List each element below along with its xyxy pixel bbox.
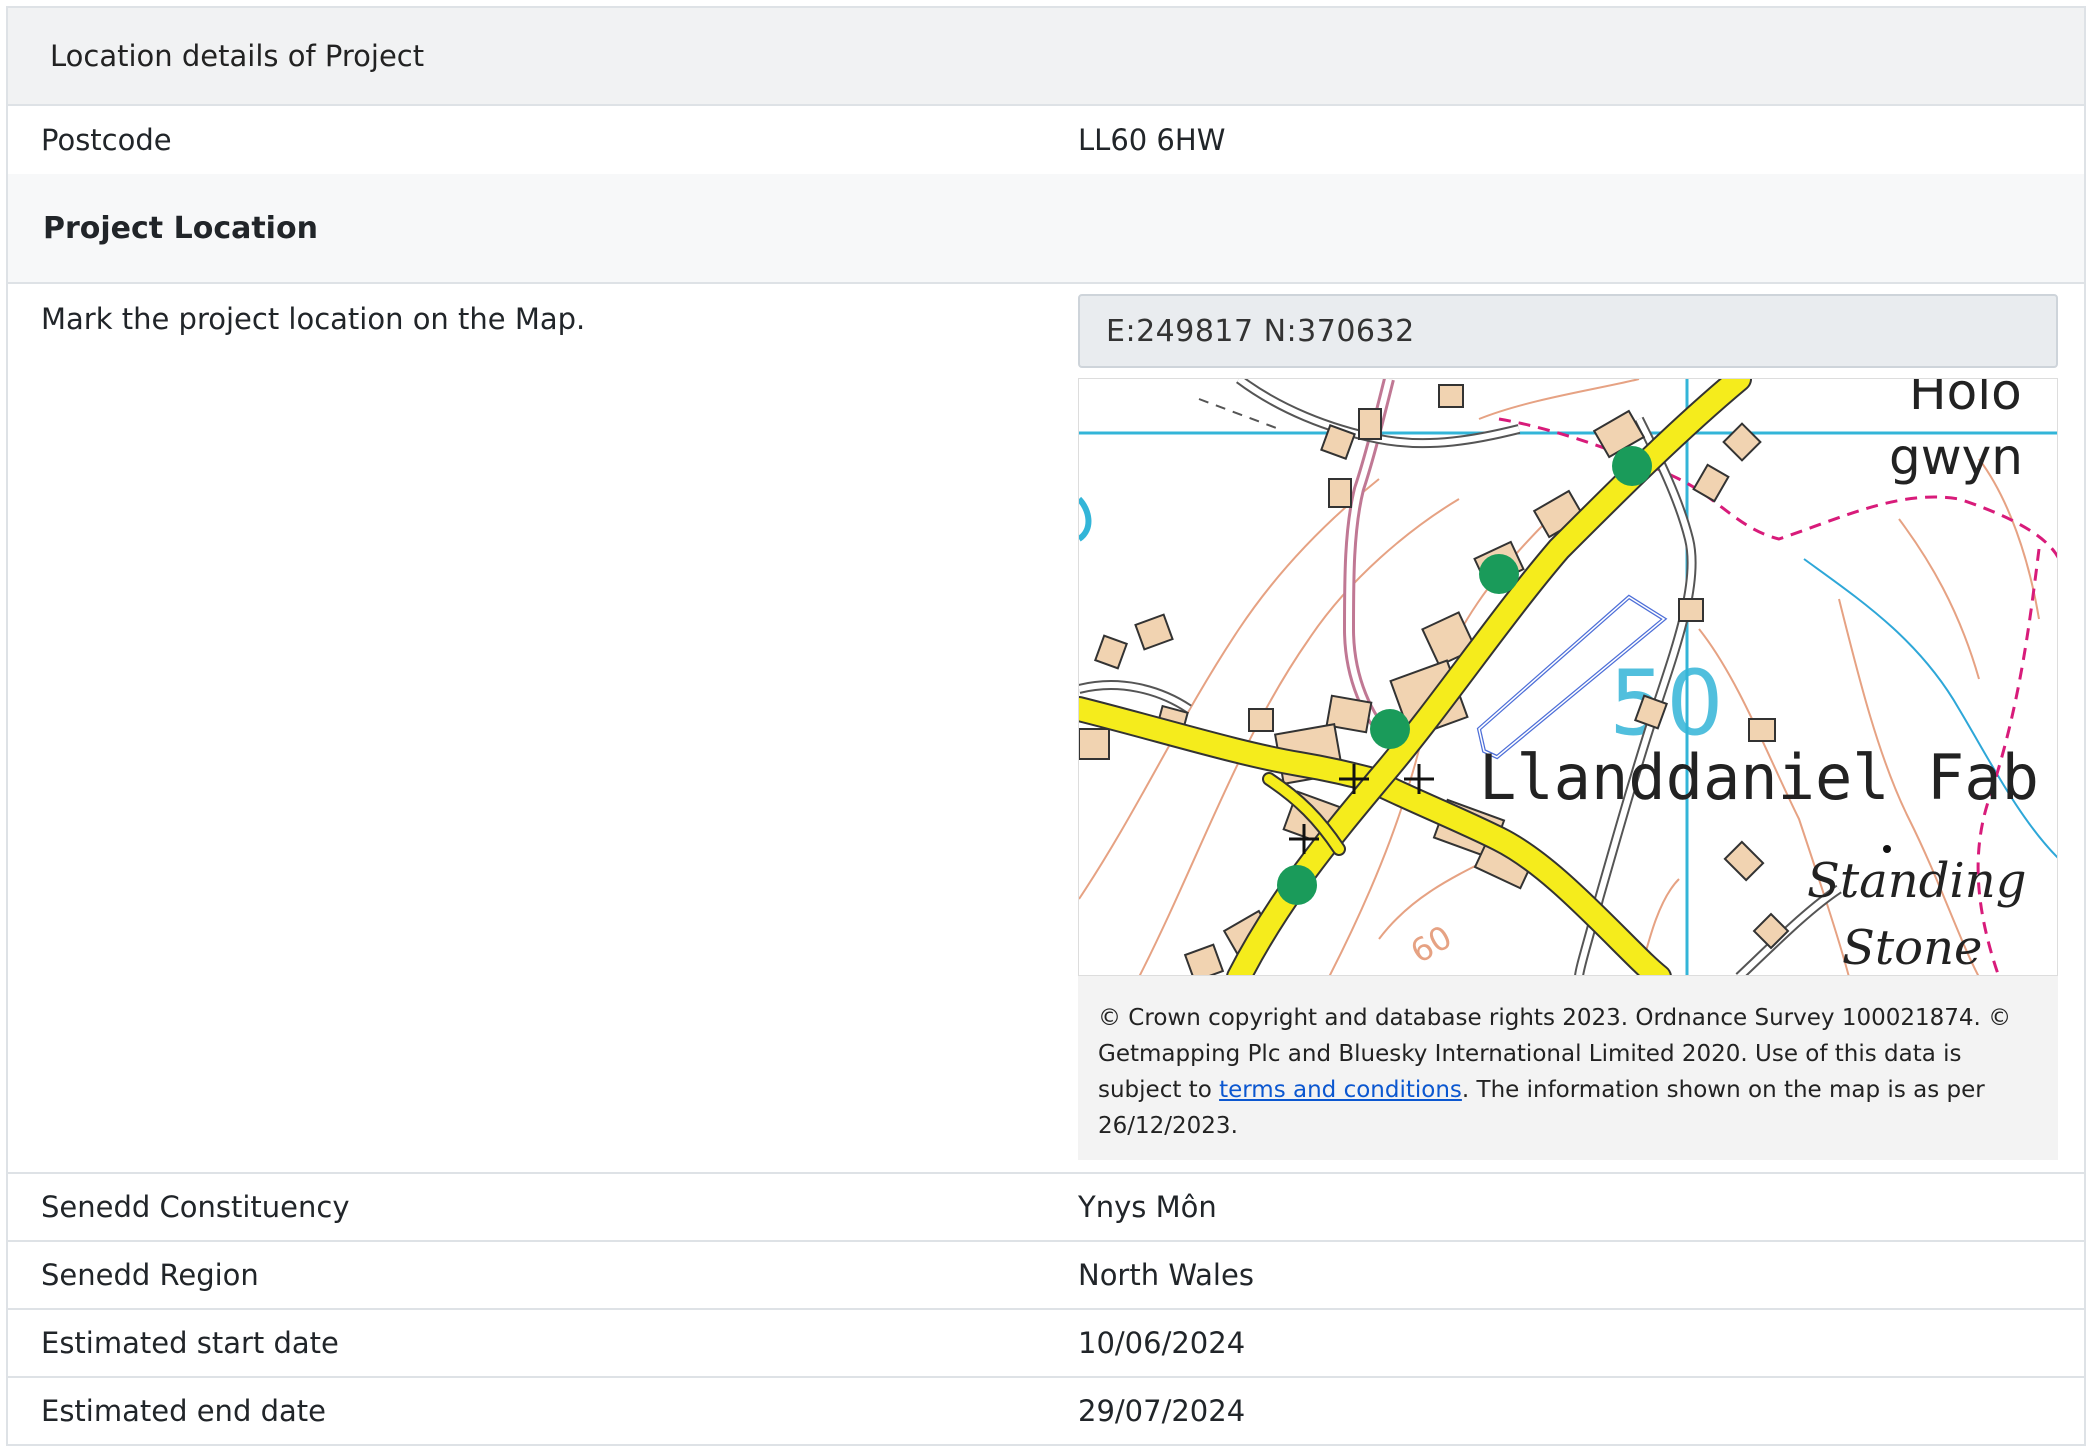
map-instruction: Mark the project location on the Map. xyxy=(41,302,586,336)
place-label: Llanddaniel Fab xyxy=(1479,741,2039,814)
senedd-constituency-label: Senedd Constituency xyxy=(41,1190,350,1224)
start-date-value: 10/06/2024 xyxy=(1078,1326,1246,1360)
end-date-label: Estimated end date xyxy=(41,1394,326,1428)
end-date-value: 29/07/2024 xyxy=(1078,1394,1246,1428)
map-column: E:249817 N:370632 50 Llanddaniel Fab Hol… xyxy=(1078,294,2058,1160)
map-marker[interactable] xyxy=(1370,709,1410,749)
map-label-standing: Standing xyxy=(1807,853,2026,909)
map-label-gwyn: gwyn xyxy=(1889,428,2023,486)
map-canvas[interactable]: 50 Llanddaniel Fab Holo gwyn Standing St… xyxy=(1079,379,2058,976)
senedd-region-value: North Wales xyxy=(1078,1258,1254,1292)
map-marker[interactable] xyxy=(1612,446,1652,486)
panel-title: Location details of Project xyxy=(8,8,2084,106)
coordinates-readout: E:249817 N:370632 xyxy=(1078,294,2058,368)
start-date-row: Estimated start date 10/06/2024 xyxy=(8,1310,2084,1378)
postcode-label: Postcode xyxy=(41,123,172,157)
senedd-constituency-row: Senedd Constituency Ynys Môn xyxy=(8,1174,2084,1242)
map-attribution: © Crown copyright and database rights 20… xyxy=(1078,976,2058,1160)
senedd-constituency-value: Ynys Môn xyxy=(1078,1190,1217,1224)
location-details-panel: Location details of Project Postcode LL6… xyxy=(6,6,2086,1446)
map-marker[interactable] xyxy=(1479,554,1519,594)
senedd-region-row: Senedd Region North Wales xyxy=(8,1242,2084,1310)
map-marker[interactable] xyxy=(1277,865,1317,905)
location-map[interactable]: 50 Llanddaniel Fab Holo gwyn Standing St… xyxy=(1078,378,2058,976)
postcode-value: LL60 6HW xyxy=(1078,123,1226,157)
map-row: Mark the project location on the Map. E:… xyxy=(8,284,2084,1174)
end-date-row: Estimated end date 29/07/2024 xyxy=(8,1378,2084,1446)
terms-and-conditions-link[interactable]: terms and conditions xyxy=(1219,1077,1462,1103)
start-date-label: Estimated start date xyxy=(41,1326,339,1360)
map-label-holo: Holo xyxy=(1909,379,2022,421)
project-location-heading: Project Location xyxy=(8,174,2084,284)
map-label-stone: Stone xyxy=(1842,920,1982,976)
postcode-row: Postcode LL60 6HW xyxy=(8,106,2084,174)
senedd-region-label: Senedd Region xyxy=(41,1258,259,1292)
